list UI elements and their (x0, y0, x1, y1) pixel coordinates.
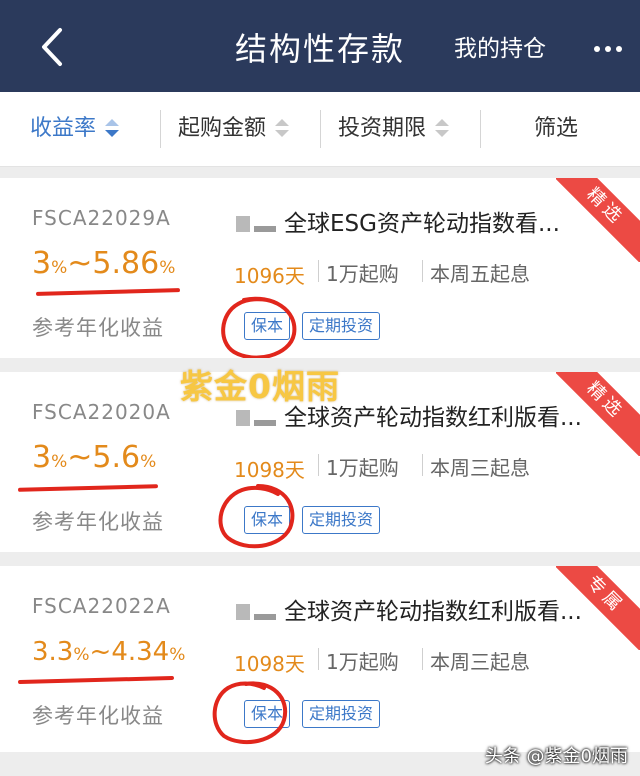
rate-tilde: ~ (89, 637, 112, 667)
rate-max: 5.6 (92, 440, 141, 475)
meta-divider (318, 454, 319, 476)
red-circle-annotation (212, 681, 288, 745)
rate-min: 3 (32, 246, 52, 281)
my-holdings-link[interactable]: 我的持仓 (454, 32, 546, 66)
meta-divider (318, 260, 319, 282)
more-button[interactable] (592, 40, 624, 58)
rate-min: 3.3 (32, 637, 74, 667)
sort-by-min-amount-label: 起购金额 (178, 116, 267, 141)
min-purchase: 1万起购 (326, 650, 399, 674)
start-date: 本周三起息 (430, 456, 530, 480)
percent-sign: % (169, 645, 186, 665)
sort-arrows-icon (434, 116, 450, 138)
rate-max: 4.34 (111, 637, 170, 667)
product-code: FSCA22022A (32, 594, 171, 618)
product-term: 1098天 (234, 652, 305, 676)
rate-range: 3%~5.6% (32, 438, 156, 482)
product-term: 1098天 (234, 458, 305, 482)
meta-divider (422, 454, 423, 476)
rate-range: 3.3%~4.34% (32, 632, 185, 675)
exclusive-ribbon: 专属 (556, 566, 640, 650)
red-underline-annotation (17, 675, 175, 685)
rate-max: 5.86 (92, 246, 160, 281)
red-underline-annotation (35, 288, 181, 296)
product-code: FSCA22020A (32, 400, 171, 424)
percent-sign: % (51, 452, 68, 472)
product-name: 全球ESG资产轮动指数看... (284, 211, 560, 237)
sort-by-term[interactable]: 投资期限 (338, 112, 450, 146)
percent-sign: % (140, 452, 157, 472)
start-date: 本周三起息 (430, 650, 530, 674)
sort-divider (320, 110, 321, 148)
blurred-bank-logo-icon (236, 604, 276, 620)
red-circle-annotation (218, 484, 295, 549)
meta-divider (318, 648, 319, 670)
featured-ribbon: 精选 (556, 178, 640, 262)
percent-sign: % (51, 258, 68, 278)
tag-fixed-investment: 定期投资 (302, 312, 381, 340)
ribbon-label: 精选 (556, 372, 640, 456)
percent-sign: % (73, 645, 90, 665)
sort-divider (480, 110, 481, 148)
product-code: FSCA22029A (32, 206, 171, 230)
ribbon-label: 专属 (556, 566, 640, 650)
rate-label: 参考年化收益 (32, 510, 164, 534)
rate-label: 参考年化收益 (32, 316, 164, 340)
sort-arrows-icon (104, 116, 120, 138)
rate-min: 3 (32, 440, 52, 475)
footer-credit: 头条 @紫金0烟雨 (484, 746, 628, 767)
meta-divider (422, 260, 423, 282)
tag-fixed-investment: 定期投资 (302, 700, 381, 728)
percent-sign: % (159, 258, 176, 278)
more-dots-icon (594, 46, 622, 52)
ribbon-label: 精选 (556, 178, 640, 262)
rate-range: 3%~5.86% (32, 244, 175, 288)
min-purchase: 1万起购 (326, 456, 399, 480)
sort-by-yield[interactable]: 收益率 (30, 112, 120, 146)
tag-fixed-investment: 定期投资 (302, 506, 381, 534)
meta-divider (422, 648, 423, 670)
author-watermark: 紫金0烟雨 (180, 367, 340, 406)
product-name: 全球资产轮动指数红利版看... (284, 599, 582, 625)
sort-by-min-amount[interactable]: 起购金额 (178, 112, 290, 146)
top-nav-bar: 结构性存款 我的持仓 (0, 0, 640, 92)
sort-filter-bar: 收益率 起购金额 投资期限 筛选 (0, 92, 640, 167)
red-underline-annotation (17, 484, 159, 492)
filter-button[interactable]: 筛选 (534, 112, 578, 146)
product-term: 1096天 (234, 264, 305, 288)
blurred-bank-logo-icon (236, 410, 276, 426)
min-purchase: 1万起购 (326, 262, 399, 286)
start-date: 本周五起息 (430, 262, 530, 286)
sort-by-yield-label: 收益率 (30, 116, 97, 141)
rate-tilde: ~ (67, 246, 93, 281)
red-circle-annotation (221, 296, 297, 358)
product-card[interactable]: FSCA22029A 3%~5.86% 参考年化收益 全球ESG资产轮动指数看.… (0, 178, 640, 358)
blurred-bank-logo-icon (236, 216, 276, 232)
sort-divider (160, 110, 161, 148)
product-card[interactable]: FSCA22022A 3.3%~4.34% 参考年化收益 全球资产轮动指数红利版… (0, 566, 640, 752)
rate-tilde: ~ (67, 440, 93, 475)
featured-ribbon: 精选 (556, 372, 640, 456)
sort-arrows-icon (274, 116, 290, 138)
sort-by-term-label: 投资期限 (338, 116, 427, 141)
rate-label: 参考年化收益 (32, 704, 164, 728)
